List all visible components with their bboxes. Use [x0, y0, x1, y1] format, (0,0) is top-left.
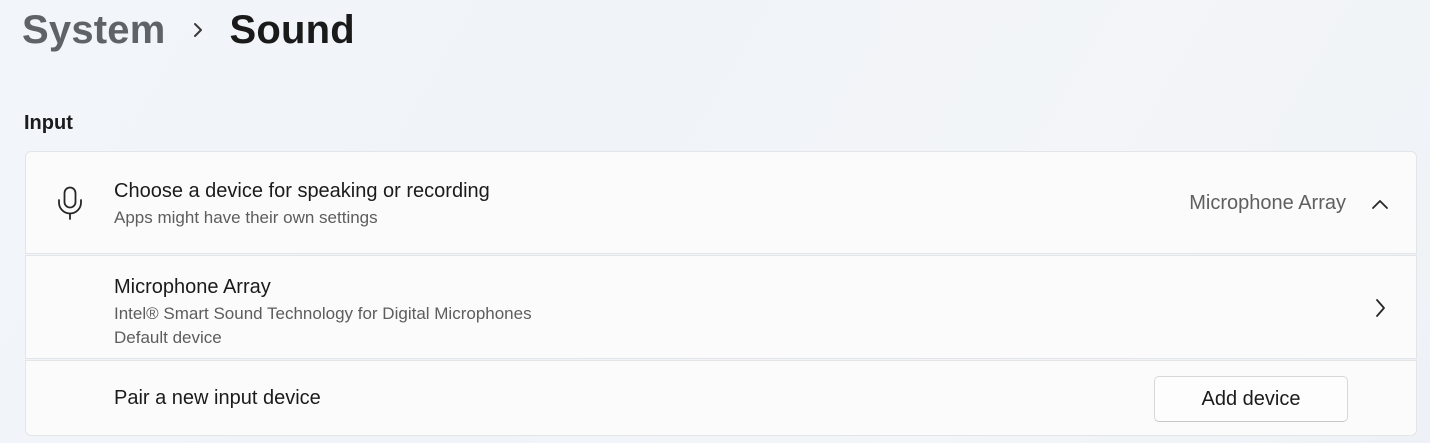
page-title: Sound: [229, 7, 355, 52]
device-item-status: Default device: [114, 328, 222, 347]
device-item-description: Intel® Smart Sound Technology for Digita…: [114, 304, 532, 323]
device-chooser-row[interactable]: Choose a device for speaking or recordin…: [25, 151, 1417, 254]
microphone-icon: [56, 186, 84, 220]
section-title-input: Input: [24, 112, 73, 134]
device-item-name: Microphone Array: [114, 276, 271, 298]
breadcrumb-chevron-icon: [166, 21, 230, 39]
breadcrumb: System Sound: [22, 2, 355, 58]
pair-input-device-label: Pair a new input device: [114, 387, 321, 409]
selected-device-value: Microphone Array: [1189, 192, 1346, 214]
device-chooser-subtitle: Apps might have their own settings: [114, 208, 378, 227]
device-chooser-title: Choose a device for speaking or recordin…: [114, 180, 490, 202]
add-device-button[interactable]: Add device: [1154, 376, 1348, 422]
input-settings-group: Choose a device for speaking or recordin…: [25, 151, 1417, 436]
breadcrumb-system-link[interactable]: System: [22, 8, 166, 53]
chevron-right-icon[interactable]: [1369, 297, 1391, 319]
chevron-up-icon[interactable]: [1369, 193, 1391, 215]
device-item-microphone-array[interactable]: Microphone Array Intel® Smart Sound Tech…: [25, 255, 1417, 359]
pair-input-device-row: Pair a new input device Add device: [25, 360, 1417, 436]
